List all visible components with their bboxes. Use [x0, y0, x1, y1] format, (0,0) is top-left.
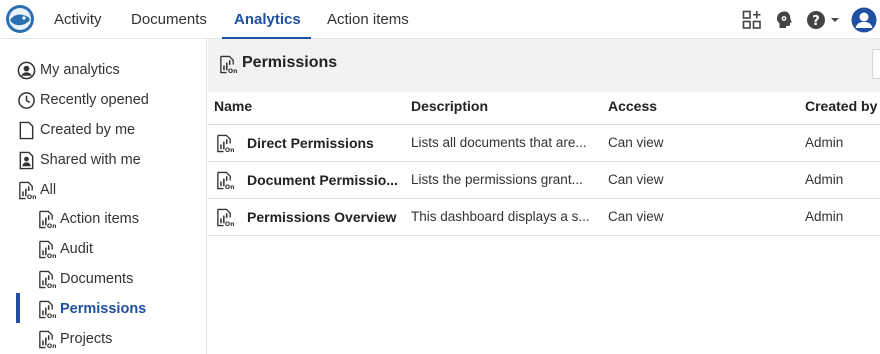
header-action-box[interactable] — [872, 49, 880, 79]
sidebar-item-label: Projects — [60, 331, 113, 347]
sidebar-item-all[interactable]: On All — [17, 177, 56, 203]
row-description: This dashboard displays a s... — [411, 209, 590, 224]
column-header-name[interactable]: Name — [214, 98, 252, 114]
row-description: Lists the permissions grant... — [411, 172, 583, 187]
row-description: Lists all documents that are... — [411, 135, 587, 150]
sidebar-item-label: Permissions — [60, 301, 147, 317]
analytics-report-icon: On — [220, 55, 237, 74]
page-header: On Permissions — [208, 39, 880, 92]
table-row[interactable]: On Permissions Overview This dashboard d… — [208, 199, 880, 236]
analytics-report-icon: On — [39, 270, 56, 289]
page-title: Permissions — [242, 54, 338, 71]
sidebar-item-label: Action items — [60, 211, 139, 227]
row-access: Can view — [608, 209, 664, 224]
row-created-by: Admin — [805, 209, 844, 224]
svg-text:?: ? — [812, 14, 820, 29]
sidebar-item-my-analytics[interactable]: My analytics — [17, 57, 120, 83]
main-content: On Permissions Name Description Access C… — [208, 39, 880, 354]
sidebar-item-label: Audit — [60, 241, 94, 257]
sidebar-item-audit[interactable]: On Audit — [37, 236, 93, 262]
analytics-report-icon: On — [39, 330, 56, 349]
sidebar-item-label: Created by me — [40, 122, 136, 138]
svg-text:On: On — [225, 147, 234, 153]
sidebar: My analytics Recently opened Created by … — [0, 39, 207, 354]
tab-documents[interactable]: Documents — [131, 0, 207, 39]
analytics-report-icon: On — [39, 210, 56, 229]
clock-icon — [18, 91, 35, 109]
sidebar-item-documents[interactable]: On Documents — [37, 266, 133, 292]
app-logo-icon[interactable] — [5, 4, 35, 34]
analytics-report-icon: On — [217, 134, 234, 153]
row-name[interactable]: Document Permissio... — [247, 162, 400, 198]
user-avatar-icon[interactable] — [851, 7, 877, 33]
sidebar-item-action-items[interactable]: On Action items — [37, 206, 139, 232]
top-navigation-bar: Activity Documents Analytics Action item… — [0, 0, 880, 39]
svg-text:On: On — [228, 68, 237, 74]
row-created-by: Admin — [805, 135, 844, 150]
row-access: Can view — [608, 135, 664, 150]
app-grid-icon[interactable] — [742, 10, 762, 30]
row-name[interactable]: Permissions Overview — [247, 199, 400, 235]
sidebar-item-label: Shared with me — [40, 152, 141, 168]
column-header-access[interactable]: Access — [608, 98, 657, 114]
row-access: Can view — [608, 172, 664, 187]
row-name[interactable]: Direct Permissions — [247, 125, 400, 161]
column-header-description[interactable]: Description — [411, 98, 488, 114]
analytics-report-icon: On — [39, 240, 56, 259]
svg-text:On: On — [47, 283, 56, 289]
sidebar-item-recently-opened[interactable]: Recently opened — [17, 87, 149, 113]
sidebar-item-projects[interactable]: On Projects — [37, 326, 112, 352]
svg-text:On: On — [225, 221, 234, 227]
table-row[interactable]: On Document Permissio... Lists the permi… — [208, 162, 880, 199]
svg-text:On: On — [225, 184, 234, 190]
sidebar-item-permissions[interactable]: On Permissions — [37, 296, 146, 322]
help-icon[interactable]: ? — [806, 10, 842, 30]
sidebar-item-shared-with-me[interactable]: Shared with me — [17, 147, 141, 173]
svg-text:On: On — [47, 313, 56, 319]
document-icon — [19, 121, 34, 139]
analytics-report-icon: On — [217, 208, 234, 227]
column-header-created-by[interactable]: Created by — [805, 98, 877, 114]
analytics-report-icon: On — [217, 171, 234, 190]
tab-analytics[interactable]: Analytics — [234, 0, 301, 39]
tab-activity[interactable]: Activity — [54, 0, 102, 39]
table-row[interactable]: On Direct Permissions Lists all document… — [208, 125, 880, 162]
brain-gear-icon[interactable] — [775, 10, 795, 30]
svg-text:On: On — [27, 194, 36, 200]
svg-text:On: On — [47, 343, 56, 349]
sidebar-item-created-by-me[interactable]: Created by me — [17, 117, 135, 143]
svg-text:On: On — [47, 223, 56, 229]
analytics-report-icon: On — [19, 181, 36, 200]
user-circle-icon — [17, 61, 36, 79]
shared-user-icon — [19, 151, 34, 169]
active-item-indicator — [16, 293, 20, 323]
analytics-report-icon: On — [39, 300, 56, 319]
sidebar-item-label: My analytics — [40, 62, 120, 78]
sidebar-item-label: Recently opened — [40, 92, 149, 108]
sidebar-item-label: Documents — [60, 271, 134, 287]
sidebar-item-label: All — [40, 182, 57, 198]
svg-text:On: On — [47, 253, 56, 259]
row-created-by: Admin — [805, 172, 844, 187]
tab-action-items[interactable]: Action items — [327, 0, 409, 39]
